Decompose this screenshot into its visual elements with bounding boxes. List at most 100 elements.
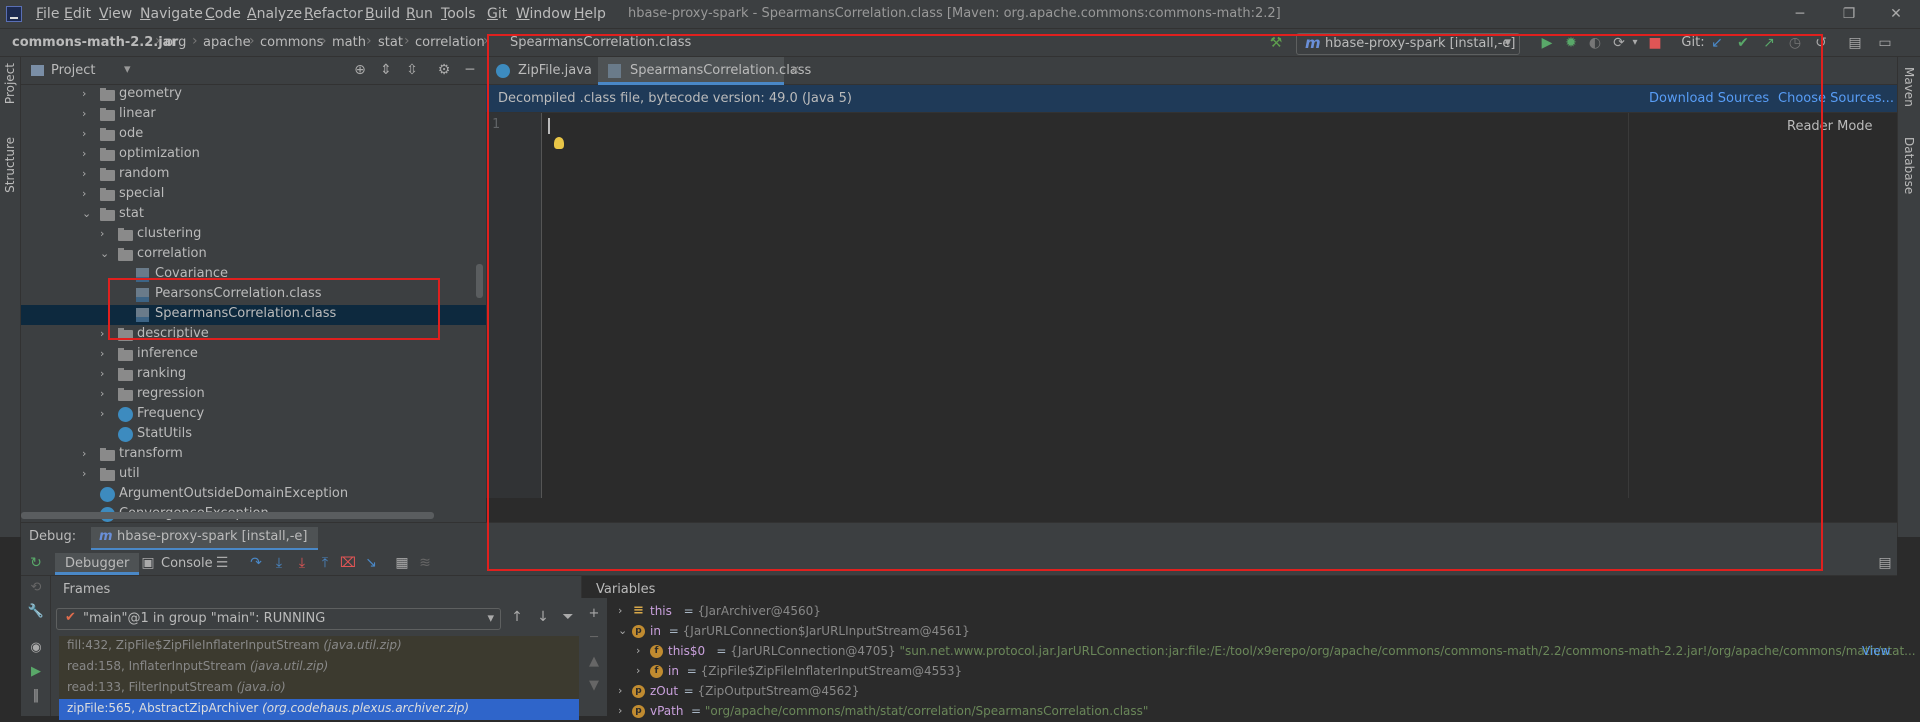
- vertical-scrollbar[interactable]: [476, 264, 483, 298]
- menu-analyze[interactable]: Analyze: [247, 6, 302, 22]
- wrench-icon[interactable]: 🔧: [27, 604, 45, 622]
- locate-icon[interactable]: ⊕: [351, 61, 369, 79]
- tree-item-random[interactable]: › random: [21, 165, 486, 185]
- menu-git[interactable]: Git: [487, 6, 507, 22]
- menu-view[interactable]: View: [99, 6, 132, 22]
- breadcrumb-stat[interactable]: stat: [378, 35, 403, 50]
- tree-item-argumentoutsidedomainexception[interactable]: ArgumentOutsideDomainException: [21, 485, 486, 505]
- collapse-all-icon[interactable]: ⇳: [403, 61, 421, 79]
- chevron-right-icon[interactable]: ›: [636, 664, 640, 677]
- menu-file[interactable]: File: [36, 6, 59, 22]
- layout-icon[interactable]: ▤: [1876, 554, 1894, 572]
- stack-frame[interactable]: zipFile:565, AbstractZipArchiver (org.co…: [59, 699, 579, 720]
- step-into-icon[interactable]: ⤓: [270, 554, 288, 572]
- tree-item-spearmanscorrelation-class[interactable]: SpearmansCorrelation.class: [21, 305, 486, 325]
- chevron-right-icon[interactable]: ›: [100, 227, 104, 240]
- tree-item-correlation[interactable]: ⌄ correlation: [21, 245, 486, 265]
- menu-refactor[interactable]: Refactor: [304, 6, 363, 22]
- debug-session-tab[interactable]: m hbase-proxy-spark [install,-e]: [91, 527, 318, 551]
- choose-sources-link[interactable]: Choose Sources...: [1778, 91, 1894, 106]
- git-commit-icon[interactable]: ✔: [1733, 33, 1753, 53]
- chevron-right-icon[interactable]: ›: [100, 387, 104, 400]
- restore-button[interactable]: ❐: [1839, 4, 1859, 24]
- view-link[interactable]: View: [1862, 644, 1890, 658]
- arrow-down-icon[interactable]: ▼: [585, 678, 603, 696]
- add-watch-icon[interactable]: +: [585, 606, 603, 624]
- coverage-icon[interactable]: ◐: [1585, 33, 1605, 53]
- breadcrumb-correlation[interactable]: correlation: [415, 35, 485, 50]
- chevron-right-icon[interactable]: ›: [100, 327, 104, 340]
- breadcrumb-math[interactable]: math: [332, 35, 366, 50]
- arrow-up-icon[interactable]: ▲: [585, 654, 603, 672]
- gear-icon[interactable]: ⚙: [435, 61, 453, 79]
- filter-icon[interactable]: ⏷: [559, 609, 577, 627]
- stack-frame[interactable]: fill:432, ZipFile$ZipFileInflaterInputSt…: [59, 636, 579, 657]
- chevron-right-icon[interactable]: ›: [82, 87, 86, 100]
- tree-item-pearsonscorrelation-class[interactable]: PearsonsCorrelation.class: [21, 285, 486, 305]
- eye-icon[interactable]: ◉: [27, 640, 45, 658]
- menu-navigate[interactable]: Navigate: [140, 6, 203, 22]
- tab-database[interactable]: Database: [1902, 137, 1916, 194]
- menu-code[interactable]: Code: [205, 6, 241, 22]
- git-push-icon[interactable]: ↗: [1759, 33, 1779, 53]
- chevron-down-icon[interactable]: ⌄: [100, 247, 109, 260]
- tree-item-linear[interactable]: › linear: [21, 105, 486, 125]
- breadcrumb-apache[interactable]: apache: [203, 35, 251, 50]
- menu-run[interactable]: Run: [406, 6, 433, 22]
- tab-maven[interactable]: Maven: [1902, 67, 1916, 107]
- tree-item-ode[interactable]: › ode: [21, 125, 486, 145]
- step-out-icon[interactable]: ⤒: [316, 554, 334, 572]
- tab-debugger[interactable]: Debugger: [55, 553, 140, 575]
- tab-zipfile-java[interactable]: ZipFile.java: [486, 57, 592, 85]
- horizontal-scrollbar[interactable]: [21, 512, 434, 519]
- pause-icon[interactable]: ‖: [27, 688, 45, 706]
- chevron-right-icon[interactable]: ›: [100, 367, 104, 380]
- chevron-right-icon[interactable]: ›: [82, 187, 86, 200]
- chevron-right-icon[interactable]: ›: [82, 167, 86, 180]
- chevron-right-icon[interactable]: ›: [82, 467, 86, 480]
- thread-selector[interactable]: ✔ "main"@1 in group "main": RUNNING ▾: [56, 608, 501, 630]
- variable-row[interactable]: › f this$0 = {JarURLConnection@4705} "sun.…: [618, 642, 1916, 662]
- menu-help[interactable]: Help: [574, 6, 606, 22]
- remove-watch-icon[interactable]: ─: [585, 630, 603, 648]
- minimize-button[interactable]: ─: [1790, 4, 1810, 24]
- tab-structure[interactable]: Structure: [3, 137, 17, 193]
- variable-row[interactable]: › ≡ this = {JarArchiver@4560}: [618, 602, 1898, 622]
- chevron-right-icon[interactable]: ›: [636, 644, 640, 657]
- tree-item-optimization[interactable]: › optimization: [21, 145, 486, 165]
- layout-icon[interactable]: ▭: [1875, 33, 1895, 53]
- debug-icon[interactable]: ✹: [1561, 33, 1581, 53]
- chevron-right-icon[interactable]: ›: [618, 684, 622, 697]
- menu-build[interactable]: Build: [365, 6, 400, 22]
- run-icon[interactable]: ▶: [1537, 33, 1557, 53]
- chevron-right-icon[interactable]: ›: [618, 604, 622, 617]
- stack-frame[interactable]: read:133, FilterInputStream (java.io): [59, 678, 579, 699]
- force-step-into-icon[interactable]: ⤓: [293, 554, 311, 572]
- chevron-right-icon[interactable]: ›: [100, 347, 104, 360]
- resume-disabled-icon[interactable]: ⟲: [27, 580, 45, 598]
- close-button[interactable]: ✕: [1886, 4, 1906, 24]
- lightbulb-icon[interactable]: [554, 137, 564, 149]
- git-update-icon[interactable]: ↙: [1707, 33, 1727, 53]
- chevron-right-icon[interactable]: ›: [100, 407, 104, 420]
- chevron-down-icon[interactable]: ▾: [124, 62, 131, 77]
- breadcrumb-class[interactable]: SpearmansCorrelation.class: [510, 35, 691, 50]
- git-rollback-icon[interactable]: ↺: [1811, 33, 1831, 53]
- tab-spearmans-class[interactable]: SpearmansCorrelation.class ✕: [598, 57, 811, 85]
- chevron-down-icon[interactable]: ⌄: [82, 207, 91, 220]
- tree-item-clustering[interactable]: › clustering: [21, 225, 486, 245]
- tree-item-geometry[interactable]: › geometry: [21, 85, 486, 105]
- menu-window[interactable]: Window: [516, 6, 571, 22]
- chevron-right-icon[interactable]: ›: [82, 147, 86, 160]
- resume-icon[interactable]: ▶: [27, 664, 45, 682]
- arrow-up-icon[interactable]: ↑: [508, 609, 526, 627]
- arrow-down-icon[interactable]: ↓: [534, 609, 552, 627]
- evaluate-expression-icon[interactable]: ▦: [393, 554, 411, 572]
- rerun-icon[interactable]: ↻: [27, 554, 45, 572]
- chevron-right-icon[interactable]: ›: [82, 127, 86, 140]
- git-history-icon[interactable]: ◷: [1785, 33, 1805, 53]
- tree-item-descriptive[interactable]: › descriptive: [21, 325, 486, 345]
- tree-item-covariance[interactable]: Covariance: [21, 265, 486, 285]
- tree-item-ranking[interactable]: › ranking: [21, 365, 486, 385]
- chevron-right-icon[interactable]: ›: [618, 704, 622, 717]
